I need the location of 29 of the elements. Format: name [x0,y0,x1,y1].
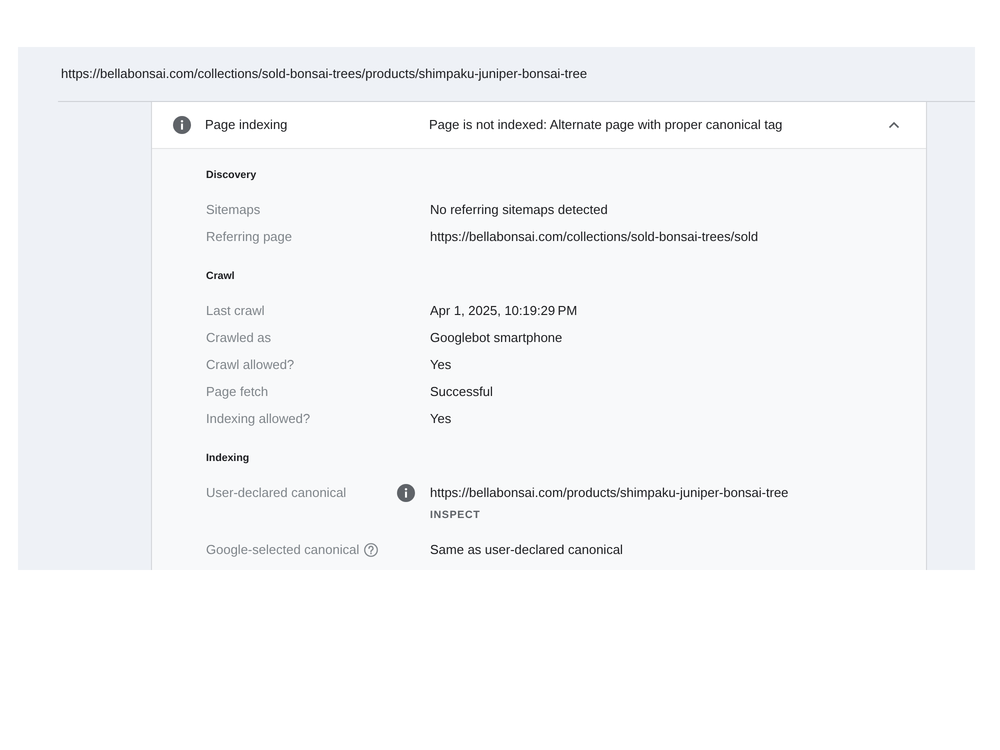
field-label: Crawl allowed? [206,356,294,374]
field-value: Apr 1, 2025, 10:19:29 PM [430,302,578,320]
field-label: Crawled as [206,329,272,347]
info-icon [173,116,191,134]
section-heading: Discovery [206,168,258,183]
field-value: Yes [430,410,452,428]
inspect-link[interactable]: INSPECT [430,506,480,524]
help-icon[interactable] [364,542,378,556]
field-label: Google-selected canonical [206,541,360,559]
section-title: Page indexing [205,116,288,134]
index-status: Page is not indexed: Alternate page with proper canonical tag [429,116,784,134]
field-value: https://bellabonsai.com/collections/sold-bonsai-trees/sold [430,228,758,246]
field-value: https://bellabonsai.com/products/shimpaku-juniper-bonsai-tree [430,484,788,502]
page-url: https://bellabonsai.com/collections/sold-bonsai-trees/products/shimpaku-juniper-bonsai-tree [61,65,588,84]
field-label: User-declared canonical [206,484,346,502]
chevron-up-icon[interactable] [888,121,900,129]
field-label: Indexing allowed? [206,410,310,428]
field-label: Page fetch [206,383,268,401]
field-label: Referring page [206,228,292,246]
field-value: Yes [430,356,452,374]
info-icon [397,484,415,502]
section-heading: Indexing [206,451,250,466]
section-heading: Crawl [206,269,236,284]
field-value: Same as user-declared canonical [430,541,623,559]
field-value: Googlebot smartphone [430,329,562,347]
field-value: Successful [430,383,493,401]
field-label: Sitemaps [206,201,260,219]
field-value: No referring sitemaps detected [430,201,608,219]
field-label: Last crawl [206,302,265,320]
